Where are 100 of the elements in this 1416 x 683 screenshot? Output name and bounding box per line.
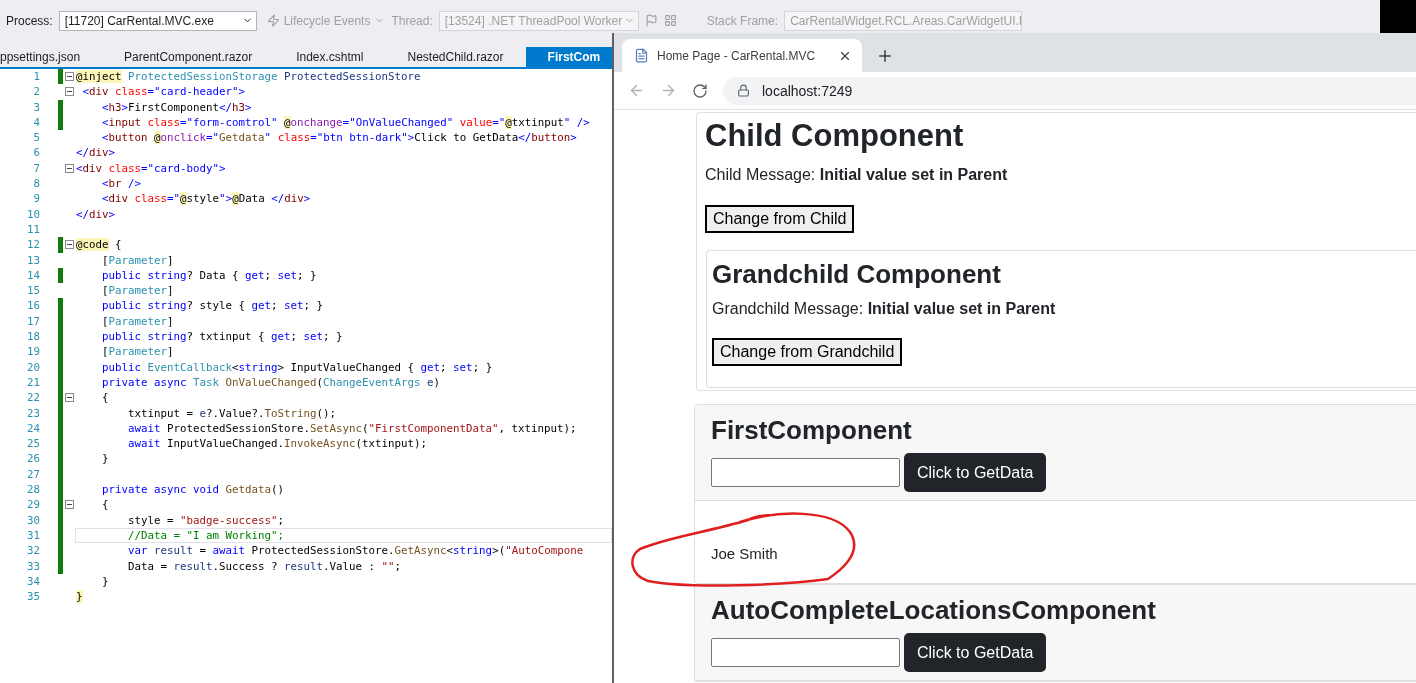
line-number: 30 [26, 512, 40, 528]
change-button[interactable]: Change from Child [705, 205, 855, 233]
code-line: } [101, 573, 110, 590]
line-number: 16 [26, 298, 40, 314]
code-line: await InputValueChanged.InvokeAsync(txtinput); [127, 436, 429, 452]
line-number: 26 [26, 451, 40, 467]
line-number: 21 [26, 374, 40, 391]
line-number: 31 [26, 527, 40, 544]
line-number: 24 [26, 420, 40, 437]
line-number: 27 [26, 466, 40, 482]
heading: Grandchild Component [712, 258, 1002, 290]
code-line: private async void Getdata() [101, 482, 286, 498]
line-number: 34 [26, 573, 40, 590]
change-button[interactable]: Change from Grandchild [712, 338, 903, 366]
code-line: Data = result.Success ? result.Value : ""; [127, 558, 403, 574]
editor-tab[interactable]: FirstCom [525, 47, 612, 67]
message-text: Grandchild Message: Initial value set in Parent [712, 299, 1057, 319]
code-line: </div> [75, 206, 117, 222]
reload-icon[interactable] [692, 82, 708, 99]
editor-tab[interactable]: ParentComponent.razor [102, 47, 275, 67]
code-line: <div class="card-header"> [81, 84, 247, 100]
line-number: 4 [32, 114, 40, 131]
collapse-icon[interactable] [64, 163, 74, 173]
lock-icon [737, 84, 750, 97]
lightning-icon [266, 14, 280, 27]
line-number: 12 [26, 237, 40, 253]
line-number: 10 [26, 206, 40, 222]
line-number: 15 [26, 283, 40, 299]
collapse-icon[interactable] [64, 240, 74, 250]
line-number: 25 [26, 436, 40, 452]
code-line: [Parameter] [101, 313, 175, 330]
dark-window-edge [1380, 0, 1416, 33]
line-number: 17 [26, 313, 40, 330]
stack-frame-label: Stack Frame: [706, 13, 779, 28]
get-data-button[interactable]: Click to GetData [904, 633, 1047, 672]
editor-tab[interactable]: NestedChild.razor [385, 47, 526, 67]
code-line: [Parameter] [101, 283, 175, 299]
code-line: <input class="form-comtrol" @onchange="OnValueChanged" value="@txtinput" /> [101, 114, 591, 131]
line-number: 32 [26, 543, 40, 559]
line-number: 8 [32, 176, 40, 192]
code-line: style = "badge-success"; [127, 512, 286, 528]
code-line: <div class="card-body"> [75, 160, 227, 177]
thread-label: Thread: [391, 13, 433, 28]
process-dropdown[interactable]: [11720] CarRental.MVC.exe [58, 10, 257, 31]
editor-tab[interactable]: Index.cshtml [274, 47, 386, 67]
line-number: 6 [32, 145, 40, 161]
code-line: public string? Data { get; set; } [101, 267, 318, 284]
collapse-icon[interactable] [64, 393, 74, 403]
code-line: } [101, 451, 110, 467]
heading: Child Component [705, 117, 965, 154]
heading: AutoCompleteLocationsComponent [711, 594, 1157, 626]
line-number: 22 [26, 390, 40, 406]
code-line: [Parameter] [101, 344, 175, 360]
code-line: var result = await ProtectedSessionStore.GetAsync<string>("AutoCompone [127, 543, 585, 559]
address-bar[interactable]: localhost:7249 [723, 76, 1416, 105]
line-number: 5 [32, 130, 40, 146]
collapse-icon[interactable] [64, 87, 74, 97]
line-number: 2 [32, 84, 40, 100]
line-number: 14 [26, 267, 40, 284]
heading: FirstComponent [711, 414, 913, 446]
input-field[interactable] [711, 638, 900, 667]
code-line: <br /> [101, 176, 143, 192]
code-line: </div> [75, 145, 117, 161]
line-number: 23 [26, 405, 40, 421]
line-number: 9 [32, 191, 40, 207]
code-line: private async Task OnValueChanged(ChangeEventArgs e) [101, 374, 442, 391]
editor-tab[interactable]: ppsettings.json [0, 47, 103, 67]
line-number: 33 [26, 558, 40, 574]
browser-tab[interactable]: Home Page - CarRental.MVC [622, 39, 862, 72]
collapse-icon[interactable] [64, 72, 74, 82]
code-line: public string? style { get; set; } [101, 298, 325, 314]
line-number: 3 [32, 99, 40, 115]
line-number: 19 [26, 344, 40, 360]
code-line: public string? txtinput { get; set; } [101, 329, 344, 345]
code-line: { [101, 390, 110, 406]
line-number: 11 [26, 221, 40, 238]
code-line: <div class="@style">@Data </div> [101, 191, 312, 207]
line-number: 29 [26, 497, 40, 513]
line-number: 20 [26, 359, 40, 375]
code-line: @inject ProtectedSessionStorage ProtectedSessionStore [75, 69, 422, 85]
message-text: Child Message: Initial value set in Parent [705, 165, 1009, 185]
code-line: { [101, 497, 110, 513]
code-line: <button @onclick="Getdata" class="btn btn-dark">Click to GetData</button> [101, 130, 578, 146]
line-number: 28 [26, 482, 40, 498]
code-line: public EventCallback<string> InputValueChanged { get; set; } [101, 359, 494, 375]
code-line: <h3>FirstComponent</h3> [101, 99, 253, 115]
process-label: Process: [6, 13, 53, 28]
code-line: @code { [75, 237, 123, 253]
line-number: 13 [26, 252, 40, 268]
line-number: 35 [26, 589, 40, 605]
line-number: 1 [32, 69, 40, 85]
code-line: txtinput = e?.Value?.ToString(); [127, 405, 338, 421]
input-field[interactable] [711, 458, 900, 487]
line-number: 7 [32, 160, 40, 177]
code-line: [Parameter] [101, 252, 175, 268]
data-text: Joe Smith [711, 544, 779, 564]
collapse-icon[interactable] [64, 500, 74, 510]
code-line: await ProtectedSessionStore.SetAsync("FirstComponentData", txtinput); [127, 420, 578, 437]
get-data-button[interactable]: Click to GetData [904, 453, 1047, 492]
page-icon [634, 48, 649, 63]
